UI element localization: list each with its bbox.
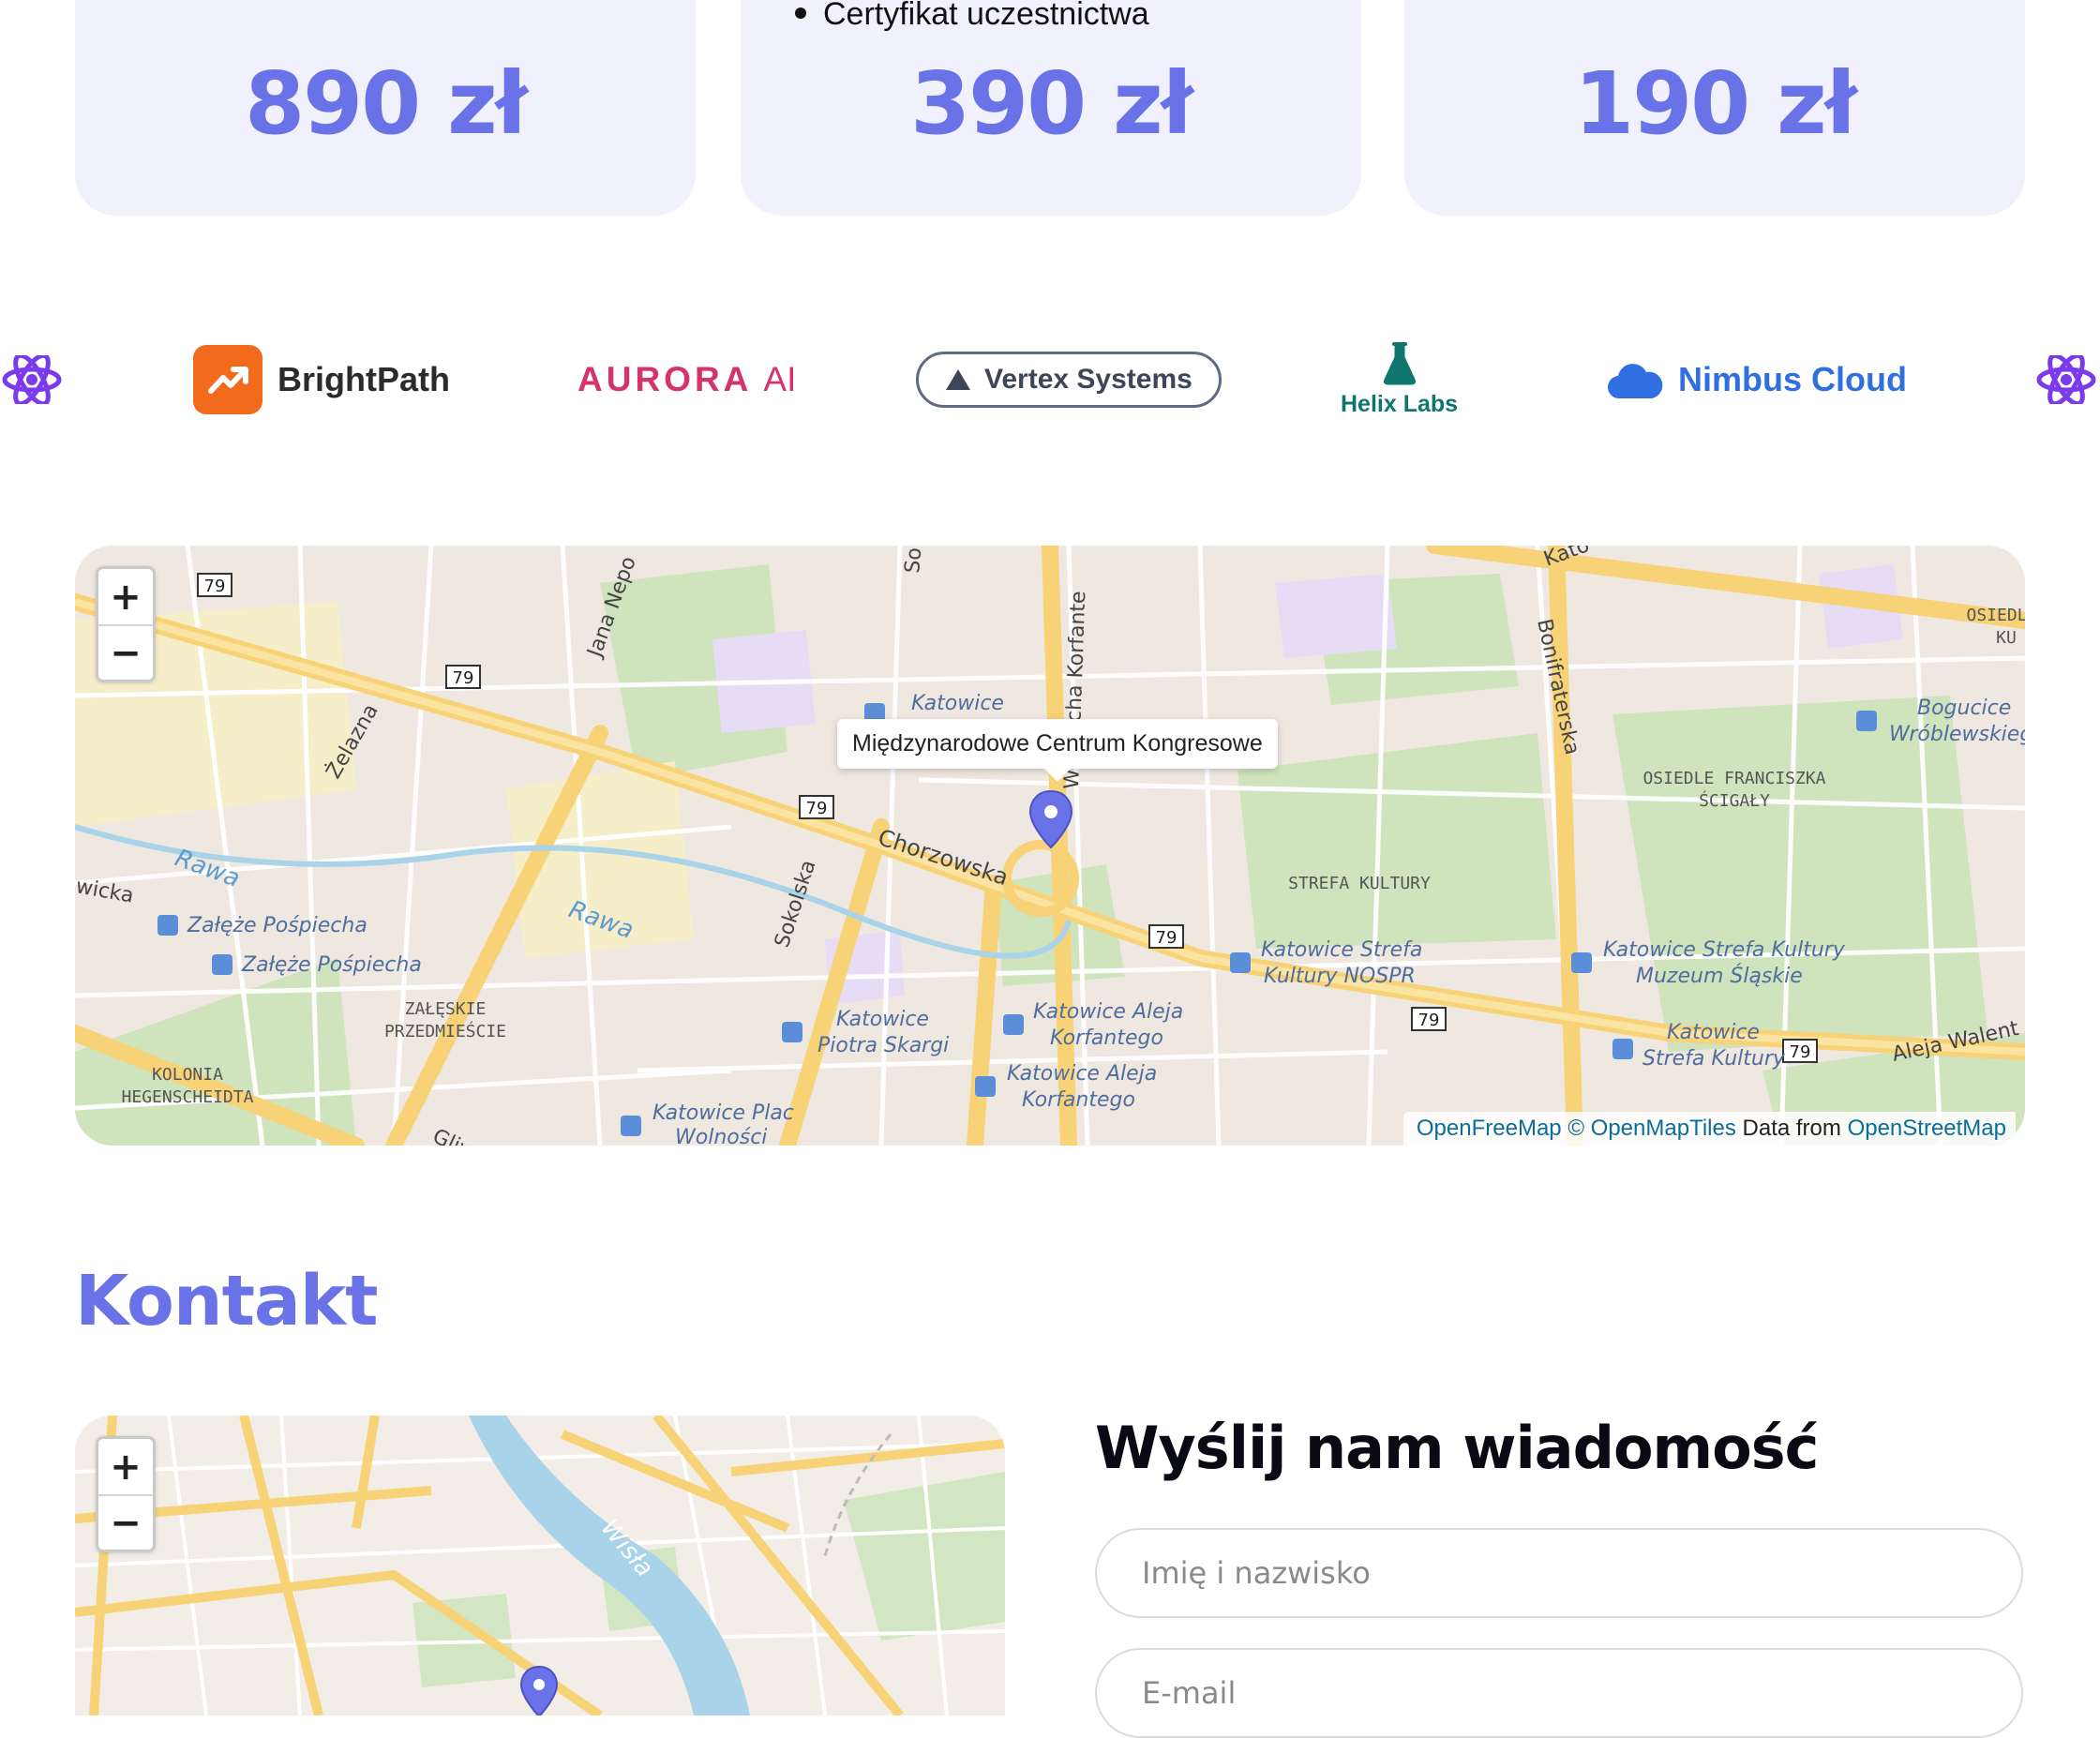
- openfreemap-link[interactable]: OpenFreeMap: [1417, 1116, 1562, 1141]
- price-value: 890 zł: [245, 53, 528, 154]
- svg-text:Katowice Plac: Katowice Plac: [652, 1101, 794, 1125]
- pricing-card-1: 890 zł: [75, 0, 696, 216]
- contact-map[interactable]: Wisła + −: [75, 1416, 1005, 1716]
- sponsor-label: AURORA: [578, 360, 753, 398]
- svg-text:Katowice: Katowice: [911, 692, 1004, 715]
- zoom-out-button[interactable]: −: [98, 1494, 153, 1550]
- form-title: Wyślij nam wiadomość: [1095, 1414, 1819, 1482]
- email-field[interactable]: [1095, 1648, 2023, 1738]
- svg-text:79: 79: [1790, 1042, 1811, 1062]
- sponsor-label: Vertex Systems: [984, 364, 1192, 395]
- svg-text:Piotra Skargi: Piotra Skargi: [818, 1034, 949, 1057]
- svg-text:Załęże Pośpiecha: Załęże Pośpiecha: [241, 953, 422, 977]
- zoom-in-button[interactable]: +: [98, 1439, 153, 1494]
- svg-text:KOLONIA: KOLONIA: [152, 1065, 223, 1085]
- svg-text:79: 79: [1156, 928, 1178, 948]
- svg-text:Wolności: Wolności: [675, 1126, 767, 1146]
- svg-text:So: So: [901, 547, 926, 575]
- price-value: 390 zł: [910, 53, 1193, 154]
- trend-up-icon: [193, 345, 262, 414]
- svg-text:KU: KU: [1996, 628, 2017, 648]
- openmaptiles-link[interactable]: © OpenMapTiles: [1568, 1116, 1736, 1141]
- svg-text:Katowice Strefa: Katowice Strefa: [1261, 938, 1422, 962]
- cloud-icon: [1607, 364, 1663, 399]
- price-value: 190 zł: [1574, 53, 1857, 154]
- contact-title: Kontakt: [75, 1261, 378, 1341]
- svg-text:Katowice Strefa Kultury: Katowice Strefa Kultury: [1603, 938, 1846, 962]
- svg-text:HEGENSCHEIDTA: HEGENSCHEIDTA: [122, 1087, 254, 1107]
- svg-text:Załęże Pośpiecha: Załęże Pośpiecha: [187, 914, 368, 937]
- sponsor-helix[interactable]: Helix Labs: [1341, 337, 1458, 422]
- svg-text:Muzeum Śląskie: Muzeum Śląskie: [1636, 964, 1803, 988]
- flask-icon: [1383, 341, 1416, 384]
- svg-text:79: 79: [453, 668, 474, 688]
- sponsor-label: Helix Labs: [1341, 390, 1459, 417]
- svg-text:Kultury NOSPR: Kultury NOSPR: [1264, 965, 1416, 988]
- svg-text:OSIEDLE FRANCISZKA: OSIEDLE FRANCISZKA: [1642, 769, 1825, 788]
- sponsor-brightpath[interactable]: BrightPath: [193, 337, 450, 422]
- sponsor-aurora[interactable]: AURORA AI: [578, 337, 796, 422]
- svg-text:PRZEDMIEŚCIE: PRZEDMIEŚCIE: [384, 1021, 506, 1041]
- vertex-pill: Vertex Systems: [916, 352, 1222, 408]
- triangle-icon: [946, 369, 970, 390]
- sponsor-nimbus[interactable]: Nimbus Cloud: [1607, 337, 1907, 422]
- svg-text:79: 79: [806, 799, 828, 818]
- zoom-in-button[interactable]: +: [98, 569, 153, 624]
- pricing-card-3: 190 zł: [1404, 0, 2025, 216]
- svg-text:Korfantego: Korfantego: [1022, 1088, 1135, 1112]
- sponsor-vertex[interactable]: Vertex Systems: [916, 337, 1222, 422]
- svg-text:Wróblewskiego: Wróblewskiego: [1889, 723, 2025, 746]
- svg-text:STREFA KULTURY: STREFA KULTURY: [1288, 874, 1431, 893]
- svg-text:Katowice Aleja: Katowice Aleja: [1007, 1062, 1157, 1086]
- svg-text:Katowice: Katowice: [836, 1008, 929, 1031]
- svg-text:Strefa Kultury: Strefa Kultury: [1642, 1047, 1786, 1071]
- atom-icon: [2, 337, 62, 422]
- sponsor-label: Nimbus Cloud: [1678, 360, 1907, 398]
- attribution-text: Data from: [1742, 1116, 1841, 1141]
- name-field[interactable]: [1095, 1528, 2023, 1618]
- zoom-controls: + −: [96, 566, 156, 682]
- sponsor-label-suffix: AI: [763, 360, 797, 398]
- atom-icon: [2036, 337, 2096, 422]
- feature-item: Certyfikat uczestnictwa: [795, 0, 1149, 33]
- zoom-controls: + −: [96, 1436, 156, 1552]
- venue-map[interactable]: 79 79 79 79 79 79 Jana Nepo So Wojciecha…: [75, 546, 2025, 1146]
- map-tiles[interactable]: Wisła: [75, 1416, 1005, 1716]
- sponsor-label: BrightPath: [278, 360, 450, 398]
- svg-text:Katowice: Katowice: [1667, 1021, 1760, 1044]
- sponsors-strip: BrightPath AURORA AI Vertex Systems Heli…: [0, 337, 2100, 422]
- svg-text:Katowice Aleja: Katowice Aleja: [1033, 1000, 1183, 1024]
- map-attribution: OpenFreeMap © OpenMapTiles Data from Ope…: [1402, 1112, 2016, 1146]
- svg-text:Bogucice: Bogucice: [1917, 697, 2011, 720]
- venue-popup: Międzynarodowe Centrum Kongresowe: [837, 719, 1278, 782]
- svg-text:ZAŁĘSKIE: ZAŁĘSKIE: [405, 999, 487, 1019]
- svg-text:ŚCIGAŁY: ŚCIGAŁY: [1699, 790, 1770, 811]
- zoom-out-button[interactable]: −: [98, 624, 153, 680]
- pricing-section: 890 zł Certyfikat uczestnictwa 390 zł 19…: [75, 0, 2025, 216]
- svg-text:OSIEDL: OSIEDL: [1966, 606, 2025, 625]
- pricing-card-2: Certyfikat uczestnictwa 390 zł: [741, 0, 1361, 216]
- svg-text:79: 79: [1418, 1011, 1440, 1030]
- map-tiles[interactable]: 79 79 79 79 79 79 Jana Nepo So Wojciecha…: [75, 546, 2025, 1146]
- svg-text:79: 79: [204, 577, 226, 596]
- svg-text:Korfantego: Korfantego: [1050, 1026, 1163, 1050]
- openstreetmap-link[interactable]: OpenStreetMap: [1848, 1116, 2006, 1141]
